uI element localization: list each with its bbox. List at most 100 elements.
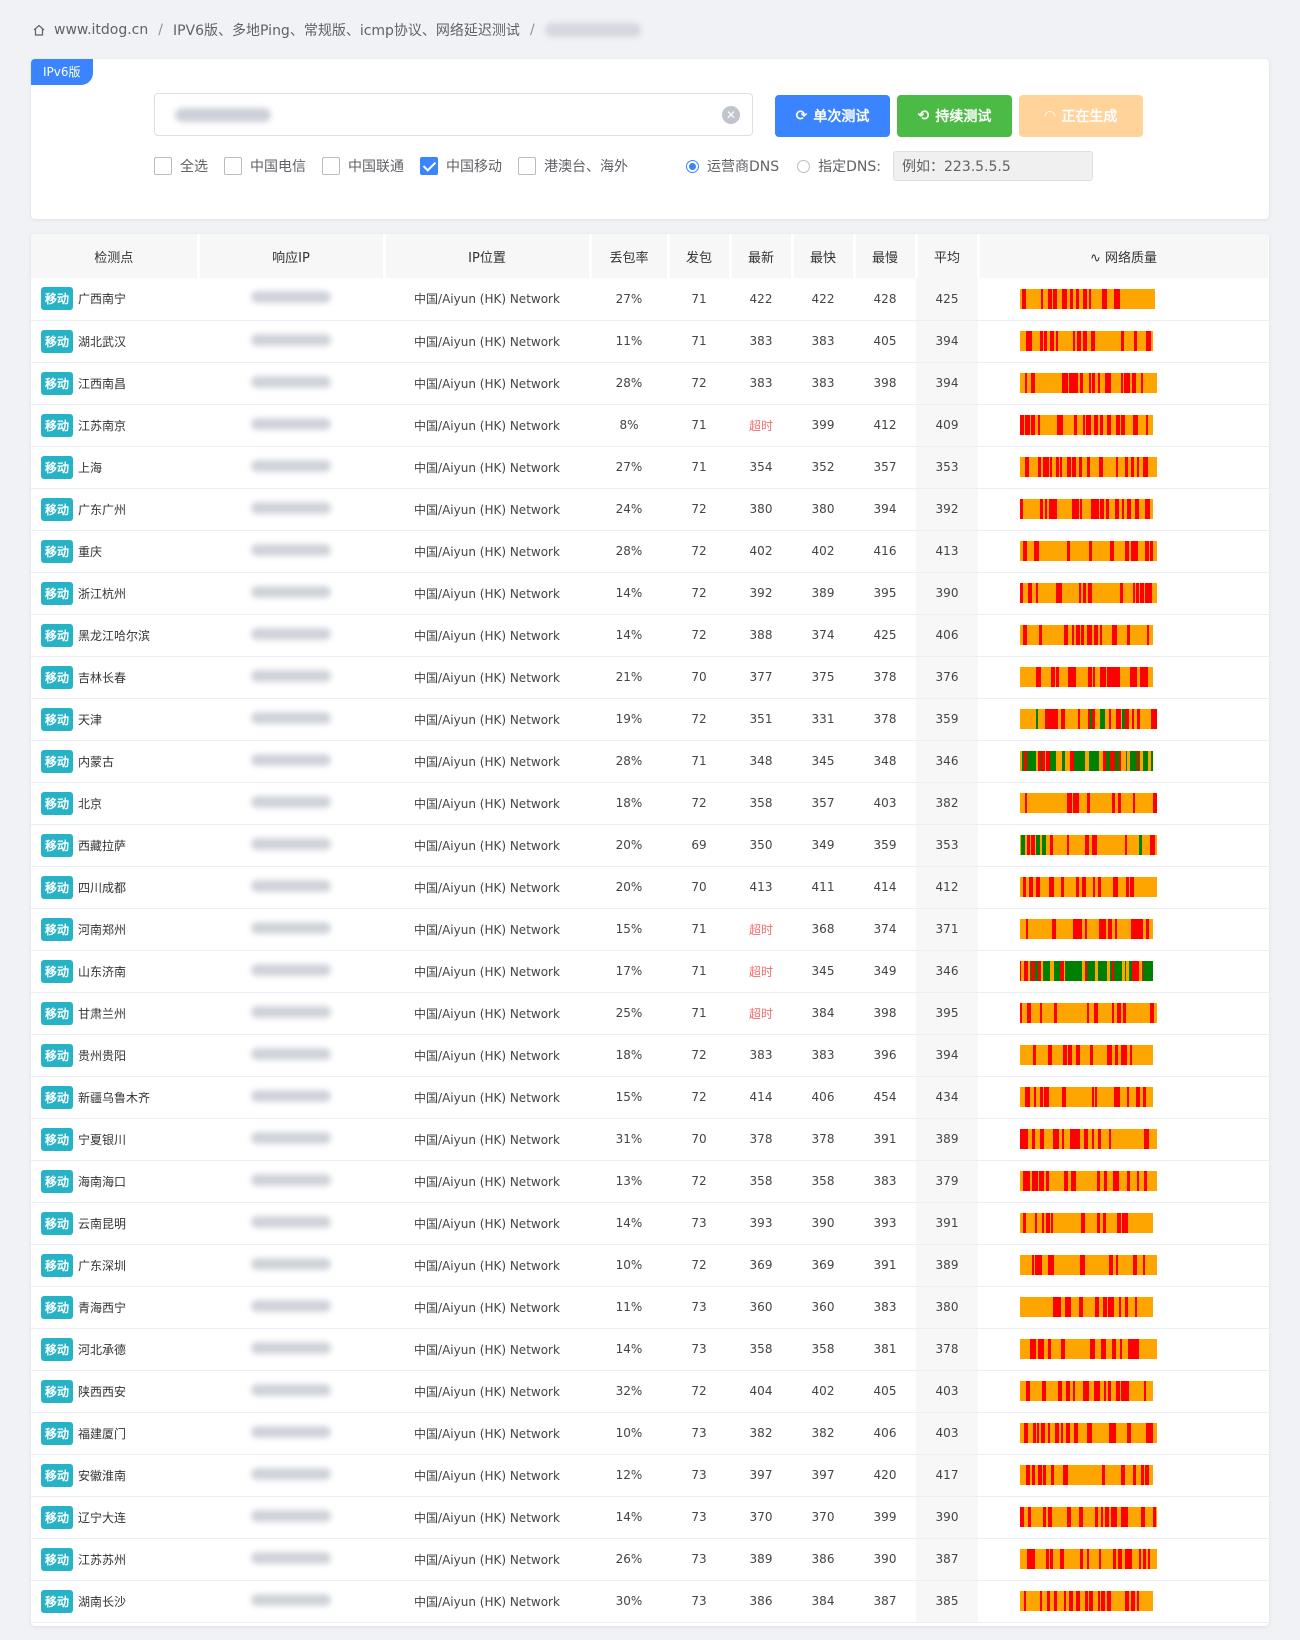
col-header-location[interactable]: 检测点	[31, 234, 200, 278]
table-row[interactable]: 移动 新疆乌鲁木齐 中国/Aiyun (HK) Network 15% 72 414 406…	[31, 1076, 1269, 1119]
radio-dot[interactable]	[797, 159, 811, 173]
target-input[interactable]: ✕	[154, 93, 753, 136]
quality-bar[interactable]	[1020, 1171, 1157, 1191]
table-row[interactable]: 移动 湖北武汉 中国/Aiyun (HK) Network 11% 71 383 383 40…	[31, 320, 1269, 363]
table-row[interactable]: 移动 江西南昌 中国/Aiyun (HK) Network 28% 72 383 383 39…	[31, 362, 1269, 405]
quality-bar[interactable]	[1020, 1591, 1153, 1611]
quality-bar[interactable]	[1020, 835, 1157, 855]
col-header-response-ip[interactable]: 响应IP	[198, 234, 386, 278]
quality-bar[interactable]	[1020, 499, 1153, 519]
checkbox-telecom[interactable]: 中国电信	[224, 156, 306, 176]
breadcrumb-home[interactable]: www.itdog.cn	[54, 22, 148, 38]
table-row[interactable]: 移动 青海西宁 中国/Aiyun (HK) Network 11% 73 360 360 38…	[31, 1286, 1269, 1329]
col-header-ip-location[interactable]: IP位置	[384, 234, 592, 278]
quality-bar[interactable]	[1020, 751, 1153, 771]
cell-location: 移动 青海西宁	[31, 1286, 198, 1329]
table-row[interactable]: 移动 河北承德 中国/Aiyun (HK) Network 14% 73 358 358 38…	[31, 1328, 1269, 1371]
table-row[interactable]: 移动 海南海口 中国/Aiyun (HK) Network 13% 72 358 358 38…	[31, 1160, 1269, 1203]
quality-bar[interactable]	[1020, 1129, 1157, 1149]
quality-bar[interactable]	[1020, 1549, 1157, 1569]
table-row[interactable]: 移动 甘肃兰州 中国/Aiyun (HK) Network 25% 71 超时 384 398…	[31, 992, 1269, 1035]
checkbox-box[interactable]	[518, 157, 536, 175]
quality-bar[interactable]	[1020, 1297, 1153, 1317]
table-row[interactable]: 移动 福建厦门 中国/Aiyun (HK) Network 10% 73 382 382 40…	[31, 1412, 1269, 1455]
table-row[interactable]: 移动 上海 中国/Aiyun (HK) Network 27% 71 354 352 357 3…	[31, 446, 1269, 489]
quality-bar[interactable]	[1020, 625, 1153, 645]
table-row[interactable]: 移动 河南郑州 中国/Aiyun (HK) Network 15% 71 超时 368 374…	[31, 908, 1269, 951]
table-row[interactable]: 移动 贵州贵阳 中国/Aiyun (HK) Network 18% 72 383 383 39…	[31, 1034, 1269, 1077]
checkbox-box[interactable]	[224, 157, 242, 175]
table-row[interactable]: 移动 江苏苏州 中国/Aiyun (HK) Network 26% 73 389 386 39…	[31, 1538, 1269, 1581]
col-header-sent[interactable]: 发包	[668, 234, 732, 278]
checkbox-box-checked[interactable]	[420, 157, 438, 175]
quality-bar[interactable]	[1020, 1465, 1153, 1485]
quality-bar[interactable]	[1020, 1213, 1153, 1233]
table-row[interactable]: 移动 四川成都 中国/Aiyun (HK) Network 20% 70 413 411 41…	[31, 866, 1269, 909]
table-row[interactable]: 移动 西藏拉萨 中国/Aiyun (HK) Network 20% 69 350 349 35…	[31, 824, 1269, 867]
quality-bar[interactable]	[1020, 667, 1153, 687]
col-header-slowest[interactable]: 最慢	[854, 234, 918, 278]
quality-bar[interactable]	[1020, 415, 1153, 435]
clear-icon[interactable]: ✕	[722, 106, 740, 124]
radio-carrier-dns[interactable]: 运营商DNS	[686, 156, 779, 176]
checkbox-mobile[interactable]: 中国移动	[420, 156, 502, 176]
col-header-loss[interactable]: 丢包率	[590, 234, 670, 278]
radio-dot-checked[interactable]	[686, 159, 699, 173]
checkbox-unicom[interactable]: 中国联通	[322, 156, 404, 176]
continuous-test-button[interactable]: ⟲ 持续测试	[897, 95, 1012, 137]
col-header-average[interactable]: 平均	[916, 234, 980, 278]
table-row[interactable]: 移动 宁夏银川 中国/Aiyun (HK) Network 31% 70 378 378 39…	[31, 1118, 1269, 1161]
table-row[interactable]: 移动 广东深圳 中国/Aiyun (HK) Network 10% 72 369 369 39…	[31, 1244, 1269, 1287]
checkbox-box[interactable]	[322, 157, 340, 175]
table-row[interactable]: 移动 重庆 中国/Aiyun (HK) Network 28% 72 402 402 416 4…	[31, 530, 1269, 573]
table-row[interactable]: 移动 安徽淮南 中国/Aiyun (HK) Network 12% 73 397 397 42…	[31, 1454, 1269, 1497]
table-row[interactable]: 移动 江苏南京 中国/Aiyun (HK) Network 8% 71 超时 399 412 4…	[31, 404, 1269, 447]
quality-bar[interactable]	[1020, 373, 1157, 393]
quality-bar[interactable]	[1020, 1045, 1153, 1065]
cell-sent: 71	[668, 950, 730, 993]
table-row[interactable]: 移动 吉林长春 中国/Aiyun (HK) Network 21% 70 377 375 37…	[31, 656, 1269, 699]
table-row[interactable]: 移动 湖南长沙 中国/Aiyun (HK) Network 30% 73 386 384 38…	[31, 1580, 1269, 1623]
quality-bar[interactable]	[1020, 793, 1157, 813]
quality-bar[interactable]	[1020, 919, 1153, 939]
single-test-button[interactable]: ⟳ 单次测试	[775, 95, 890, 137]
checkbox-box[interactable]	[154, 157, 172, 175]
table-row[interactable]: 移动 黑龙江哈尔滨 中国/Aiyun (HK) Network 14% 72 388 374…	[31, 614, 1269, 657]
quality-bar[interactable]	[1020, 331, 1153, 351]
checkbox-overseas[interactable]: 港澳台、海外	[518, 156, 628, 176]
table-row[interactable]: 移动 辽宁大连 中国/Aiyun (HK) Network 14% 73 370 370 39…	[31, 1496, 1269, 1539]
quality-bar[interactable]	[1020, 1255, 1157, 1275]
table-row[interactable]: 移动 陕西西安 中国/Aiyun (HK) Network 32% 72 404 402 40…	[31, 1370, 1269, 1413]
quality-bar[interactable]	[1020, 961, 1153, 981]
quality-bar[interactable]	[1020, 457, 1157, 477]
table-row[interactable]: 移动 广东广州 中国/Aiyun (HK) Network 24% 72 380 380 39…	[31, 488, 1269, 531]
table-row[interactable]: 移动 北京 中国/Aiyun (HK) Network 18% 72 358 357 403 3…	[31, 782, 1269, 825]
quality-bar[interactable]	[1020, 288, 1155, 309]
col-header-latest[interactable]: 最新	[730, 234, 794, 278]
table-row[interactable]: 移动 内蒙古 中国/Aiyun (HK) Network 28% 71 348 345 348…	[31, 740, 1269, 783]
quality-bar[interactable]	[1020, 1003, 1157, 1023]
col-header-quality[interactable]: ∿ 网络质量	[978, 234, 1269, 278]
table-row[interactable]: 移动 浙江杭州 中国/Aiyun (HK) Network 14% 72 392 389 39…	[31, 572, 1269, 615]
table-row[interactable]: 移动 山东济南 中国/Aiyun (HK) Network 17% 71 超时 345 349…	[31, 950, 1269, 993]
quality-bar[interactable]	[1020, 1087, 1153, 1107]
quality-bar[interactable]	[1020, 1339, 1157, 1359]
quality-bar[interactable]	[1020, 583, 1157, 603]
quality-bar[interactable]	[1020, 1381, 1153, 1401]
radio-custom-dns[interactable]: 指定DNS:	[797, 156, 881, 176]
table-row[interactable]: 移动 天津 中国/Aiyun (HK) Network 19% 72 351 331 378 3…	[31, 698, 1269, 741]
quality-bar[interactable]	[1020, 1507, 1157, 1527]
checkbox-select-all[interactable]: 全选	[154, 156, 208, 176]
custom-dns-input[interactable]: 例如：223.5.5.5	[893, 151, 1093, 181]
col-header-fastest[interactable]: 最快	[792, 234, 856, 278]
breadcrumb-page[interactable]: IPV6版、多地Ping、常规版、icmp协议、网络延迟测试	[173, 20, 520, 40]
quality-bar[interactable]	[1020, 1423, 1157, 1443]
quality-bar[interactable]	[1020, 709, 1157, 729]
quality-bar[interactable]	[1020, 877, 1157, 897]
generating-button[interactable]: ◠ 正在生成	[1019, 95, 1143, 137]
table-row[interactable]: 移动 云南昆明 中国/Aiyun (HK) Network 14% 73 393 390 39…	[31, 1202, 1269, 1245]
home-icon[interactable]	[32, 23, 46, 37]
table-row[interactable]: 移动 广西南宁 中国/Aiyun (HK) Network 27% 71 422 422 42…	[31, 278, 1269, 321]
location-name: 西藏拉萨	[78, 838, 127, 853]
quality-bar[interactable]	[1020, 541, 1157, 561]
